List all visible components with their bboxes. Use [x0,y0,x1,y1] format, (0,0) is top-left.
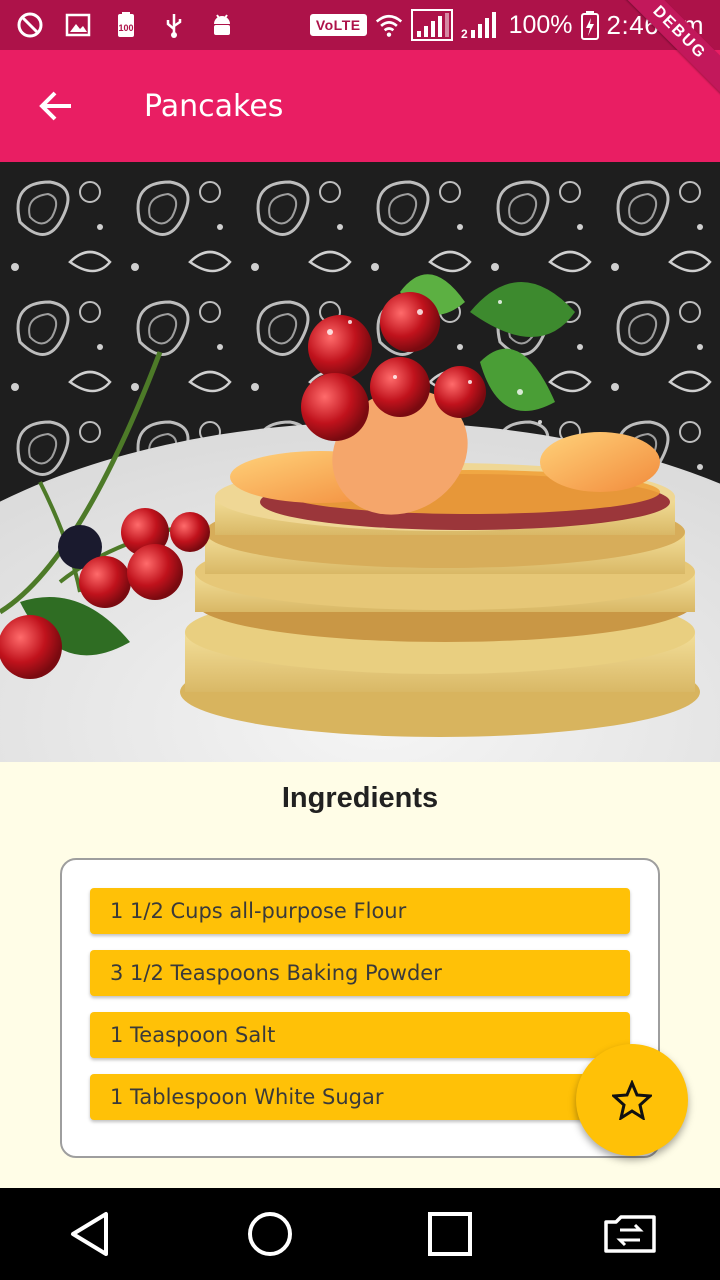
nav-home-button[interactable] [230,1194,310,1274]
pancakes-photo [0,162,720,762]
ingredient-item: 3 1/2 Teaspoons Baking Powder [90,950,630,996]
back-button[interactable] [28,78,84,134]
usb-icon [160,11,188,39]
arrow-back-icon [39,91,71,121]
battery-percent: 100% [508,10,573,39]
favorite-button[interactable] [576,1044,688,1156]
ingredient-item: 1 Teaspoon Salt [90,1012,630,1058]
battery-100-icon: 100 [112,11,140,39]
status-bar: 100 VoLTE 2 100% 2:46 pm [0,0,720,50]
gallery-icon [64,11,92,39]
home-circle-icon [248,1212,292,1256]
page-title: Pancakes [144,88,284,124]
recipe-image [0,162,720,762]
nav-recents-button[interactable] [410,1194,490,1274]
nav-switch-sim-button[interactable] [590,1194,670,1274]
svg-text:100: 100 [118,23,133,33]
signal-sim2-icon: 2 [461,11,501,40]
nav-back-button[interactable] [50,1194,130,1274]
ingredients-card: 1 1/2 Cups all-purpose Flour 3 1/2 Teasp… [60,858,660,1158]
app-bar: Pancakes [0,50,720,162]
ingredient-item: 1 Tablespoon White Sugar [90,1074,630,1120]
recents-square-icon [428,1212,472,1256]
battery-charging-icon [580,11,599,40]
do-not-disturb-icon [16,11,44,39]
star-outline-icon [612,1080,652,1120]
svg-text:2: 2 [461,27,468,40]
volte-badge: VoLTE [309,14,367,36]
system-nav-bar [0,1188,720,1280]
signal-sim1-icon [410,9,453,41]
wifi-icon [375,11,403,39]
switch-sim-icon [604,1215,656,1253]
ingredients-title: Ingredients [281,782,439,814]
ingredient-item: 1 1/2 Cups all-purpose Flour [90,888,630,934]
back-triangle-icon [71,1212,108,1256]
android-debug-icon [208,11,236,39]
